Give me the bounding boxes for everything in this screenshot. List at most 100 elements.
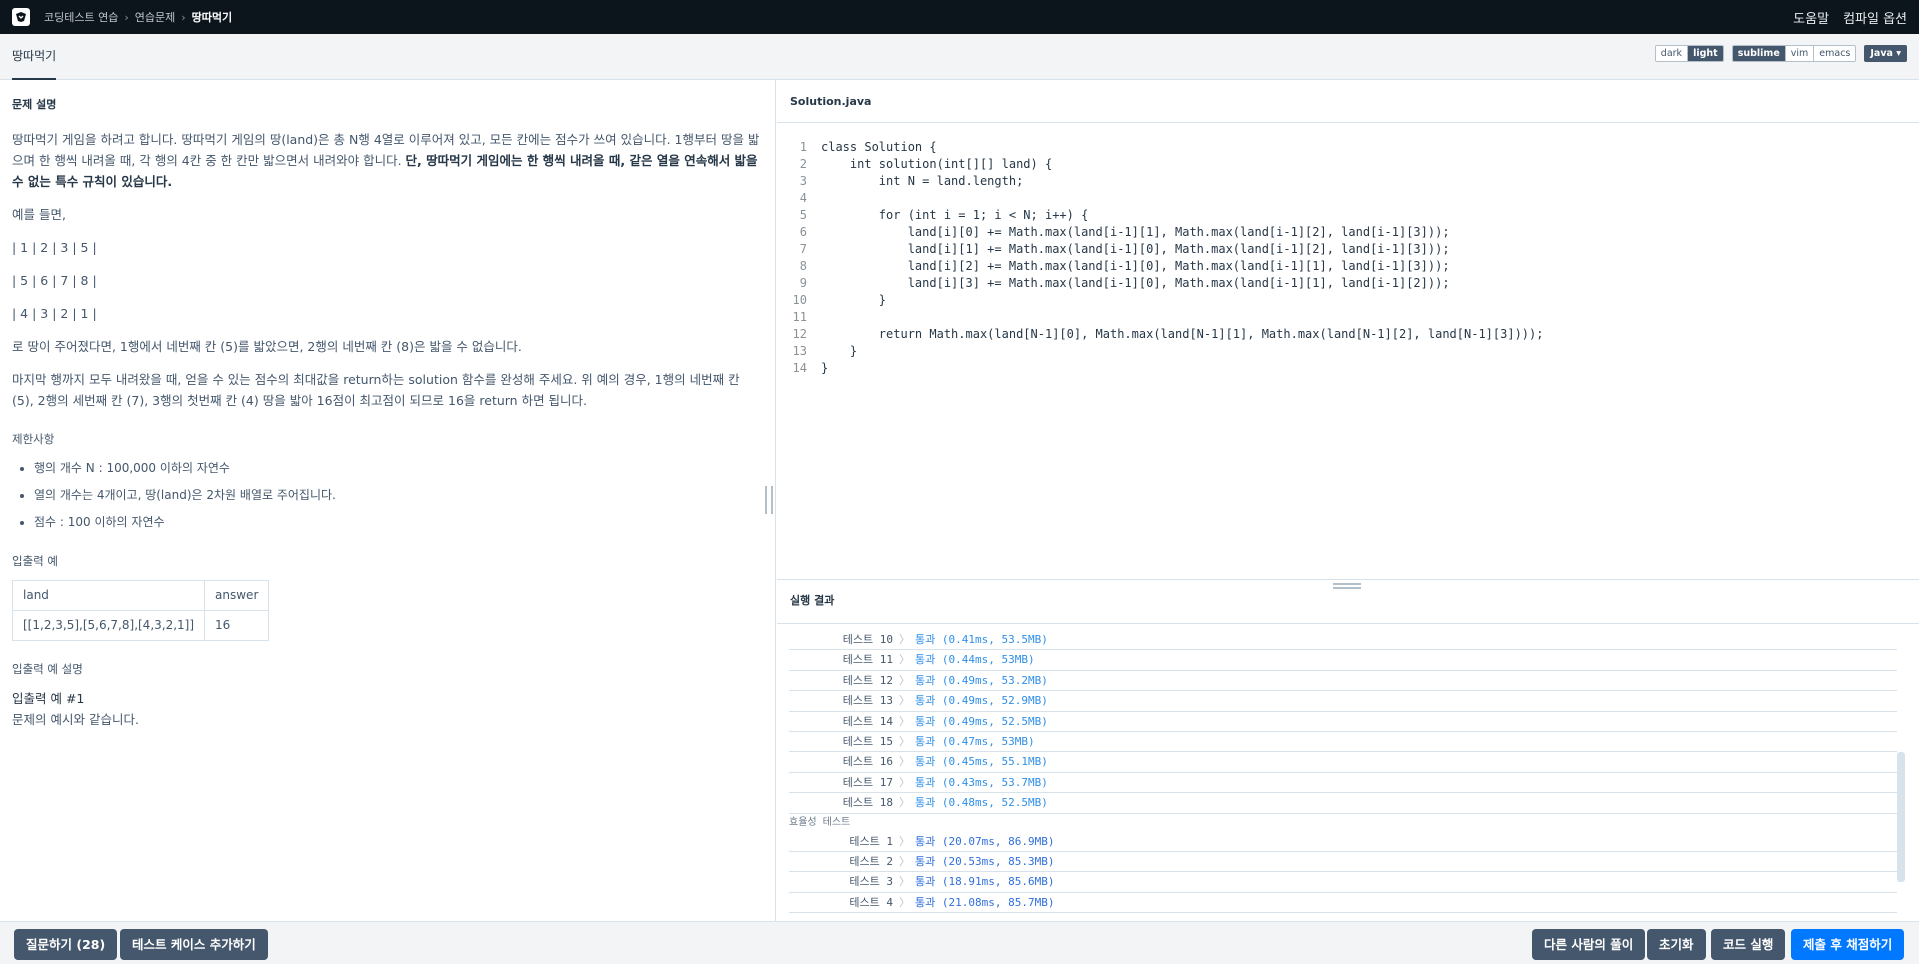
compile-options-link[interactable]: 컴파일 옵션	[1843, 8, 1907, 27]
others-solutions-button[interactable]: 다른 사람의 풀이	[1532, 929, 1646, 960]
test-name: 테스트 16	[842, 755, 893, 769]
keymap-emacs-button[interactable]: emacs	[1814, 46, 1856, 61]
chevron-right-icon: 〉	[899, 694, 910, 708]
chevron-right-icon: 〉	[899, 734, 910, 748]
constraints-title: 제한사항	[12, 432, 55, 446]
programmers-logo-icon[interactable]	[12, 8, 30, 26]
line-number: 11	[792, 310, 807, 324]
constraint-item: 행의 개수 N : 100,000 이하의 자연수	[34, 458, 763, 479]
problem-heading: 문제 설명	[12, 98, 57, 111]
line-number: 1	[799, 140, 807, 154]
chevron-right-icon: 〉	[899, 714, 910, 728]
chevron-right-icon: 〉	[899, 854, 910, 868]
code-line: 12 return Math.max(land[N-1][0], Math.ma…	[777, 326, 1919, 343]
test-result-row: 테스트 18 〉 통과 (0.48ms, 52.5MB)	[789, 793, 1897, 814]
io-desc-title: 입출력 예 설명	[12, 662, 83, 676]
test-result-row: 테스트 1 〉 통과 (20.07ms, 86.9MB)	[789, 832, 1897, 852]
chevron-right-icon: 〉	[899, 755, 910, 769]
code-text: class Solution {	[821, 140, 937, 154]
code-line: 7 land[i][1] += Math.max(land[i-1][0], M…	[777, 241, 1919, 258]
test-name: 테스트 11	[842, 653, 893, 667]
line-number: 8	[799, 259, 807, 273]
keymap-vim-button[interactable]: vim	[1785, 46, 1815, 61]
code-line: 6 land[i][0] += Math.max(land[i-1][1], M…	[777, 224, 1919, 241]
efficiency-test-header: 효율성 테스트	[789, 816, 851, 828]
keymap-sublime-button[interactable]: sublime	[1732, 46, 1786, 61]
chevron-right-icon: 〉	[899, 775, 910, 789]
test-name: 테스트 3	[849, 875, 893, 889]
theme-light-button[interactable]: light	[1688, 46, 1723, 61]
code-text: }	[821, 293, 887, 307]
test-name: 테스트 4	[849, 895, 893, 909]
line-number: 9	[799, 276, 807, 290]
io-header-answer: answer	[204, 580, 270, 611]
code-text: int N = land.length;	[821, 174, 1024, 188]
test-name: 테스트 10	[842, 633, 893, 646]
chevron-right-icon: 〉	[899, 834, 910, 848]
test-name: 테스트 14	[842, 714, 893, 728]
results-panel: 테스트 10 〉 통과 (0.41ms, 53.5MB) 테스트 11 〉 통과 (0.4…	[777, 630, 1919, 921]
vertical-split-handle[interactable]	[765, 486, 773, 514]
code-text: land[i][0] += Math.max(land[i-1][1], Mat…	[821, 225, 1450, 239]
code-line: 11	[777, 309, 1919, 326]
chevron-right-icon: 〉	[899, 653, 910, 667]
theme-dark-button[interactable]: dark	[1655, 46, 1689, 61]
add-testcase-button[interactable]: 테스트 케이스 추가하기	[120, 929, 268, 960]
code-line: 10 }	[777, 292, 1919, 309]
breadcrumb-current: 땅따먹기	[191, 11, 233, 24]
horizontal-split-handle[interactable]	[1333, 583, 1361, 589]
example-intro: 예를 들면,	[12, 207, 66, 222]
example-row: | 4 | 3 | 2 | 1 |	[12, 306, 97, 321]
reset-button[interactable]: 초기화	[1647, 929, 1706, 960]
line-number: 10	[792, 293, 807, 307]
keymap-toggle: sublime vim emacs	[1731, 45, 1857, 62]
line-number: 14	[792, 361, 807, 375]
help-link[interactable]: 도움말	[1793, 8, 1829, 27]
test-result: 통과 (21.08ms, 85.7MB)	[915, 895, 1055, 909]
language-select[interactable]: Java ▾	[1864, 45, 1907, 62]
test-result-row: 테스트 4 〉 통과 (21.08ms, 85.7MB)	[789, 893, 1897, 914]
test-result-row: 테스트 16 〉 통과 (0.45ms, 55.1MB)	[789, 752, 1897, 773]
submit-button[interactable]: 제출 후 채점하기	[1791, 929, 1905, 960]
code-line: 1 class Solution {	[777, 139, 1919, 156]
example-explanation: 로 땅이 주어졌다면, 1행에서 네번째 칸 (5)를 밟았으면, 2행의 네번…	[12, 339, 522, 354]
test-result: 통과 (20.07ms, 86.9MB)	[915, 834, 1055, 848]
results-scrollbar[interactable]	[1897, 752, 1905, 882]
line-number: 7	[799, 242, 807, 256]
io-cell-land: [[1,2,3,5],[5,6,7,8],[4,3,2,1]]	[11, 610, 206, 641]
line-number: 13	[792, 344, 807, 358]
example-row: | 5 | 6 | 7 | 8 |	[12, 273, 97, 288]
run-code-button[interactable]: 코드 실행	[1711, 929, 1786, 960]
constraints-list: 행의 개수 N : 100,000 이하의 자연수 열의 개수는 4개이고, 땅…	[34, 458, 763, 533]
test-result: 통과 (0.48ms, 52.5MB)	[915, 796, 1048, 810]
table-row: [[1,2,3,5],[5,6,7,8],[4,3,2,1]] 16	[11, 610, 270, 641]
code-text: return Math.max(land[N-1][0], Math.max(l…	[821, 327, 1544, 341]
question-button[interactable]: 질문하기 (28)	[14, 929, 118, 960]
tab-problem[interactable]: 땅따먹기	[12, 34, 57, 80]
test-result-row: 테스트 11 〉 통과 (0.44ms, 53MB)	[789, 650, 1897, 671]
code-text: int solution(int[][] land) {	[821, 157, 1053, 171]
test-result-row: 테스트 15 〉 통과 (0.47ms, 53MB)	[789, 732, 1897, 753]
breadcrumb-coding-test[interactable]: 코딩테스트 연습	[44, 9, 118, 25]
tab-bar: 땅따먹기 dark light sublime vim emacs Java ▾	[0, 34, 1919, 80]
breadcrumb-practice[interactable]: 연습문제	[135, 9, 175, 25]
test-result-row: 테스트 10 〉 통과 (0.41ms, 53.5MB)	[789, 630, 1897, 651]
test-result: 통과 (0.49ms, 52.5MB)	[915, 714, 1048, 728]
io-example-title: 입출력 예 #1	[12, 691, 85, 706]
line-number: 2	[799, 157, 807, 171]
test-name: 테스트 1	[849, 834, 893, 848]
test-result-row: 테스트 13 〉 통과 (0.49ms, 52.9MB)	[789, 691, 1897, 712]
line-number: 4	[799, 191, 807, 205]
io-table: land answer [[1,2,3,5],[5,6,7,8],[4,3,2,…	[11, 580, 270, 641]
chevron-right-icon: 〉	[899, 875, 910, 889]
code-editor[interactable]: 1 class Solution { 2 int solution(int[][] …	[777, 124, 1919, 579]
code-text: land[i][1] += Math.max(land[i-1][0], Mat…	[821, 242, 1450, 256]
file-name: Solution.java	[777, 80, 1919, 123]
line-number: 12	[792, 327, 807, 341]
test-result: 통과 (0.43ms, 53.7MB)	[915, 775, 1048, 789]
test-result-row: 테스트 14 〉 통과 (0.49ms, 52.5MB)	[789, 712, 1897, 732]
code-text: land[i][2] += Math.max(land[i-1][0], Mat…	[821, 259, 1450, 273]
chevron-right-icon: 〉	[899, 895, 910, 909]
